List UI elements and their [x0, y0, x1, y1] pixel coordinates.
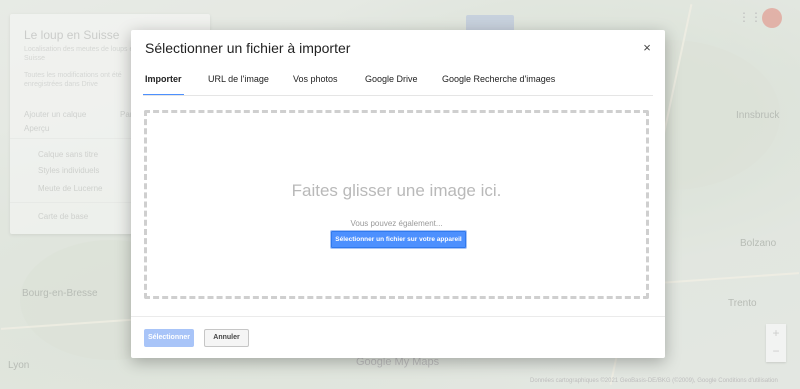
- tab-import[interactable]: Importer: [143, 70, 184, 96]
- tab-google-drive[interactable]: Google Drive: [365, 70, 418, 94]
- image-drop-zone[interactable]: Faites glisser une image ici. Vous pouve…: [144, 110, 649, 299]
- tab-bar: Importer URL de l'image Vos photos Googl…: [131, 70, 653, 96]
- cancel-button[interactable]: Annuler: [204, 329, 249, 347]
- tab-google-image-search[interactable]: Google Recherche d'images: [442, 70, 555, 94]
- import-image-dialog: Sélectionner un fichier à importer × Imp…: [131, 30, 665, 358]
- divider: [131, 316, 665, 317]
- dialog-title: Sélectionner un fichier à importer: [145, 40, 351, 56]
- choose-file-button[interactable]: Sélectionner un fichier sur votre appare…: [331, 231, 466, 248]
- drop-zone-title: Faites glisser une image ici.: [291, 181, 502, 200]
- tab-your-photos[interactable]: Vos photos: [293, 70, 338, 94]
- divider: [143, 95, 653, 96]
- select-button[interactable]: Sélectionner: [144, 329, 194, 347]
- tab-image-url[interactable]: URL de l'image: [208, 70, 269, 94]
- close-icon[interactable]: ×: [639, 40, 655, 56]
- drop-zone-subtitle: Vous pouvez également...: [350, 219, 443, 228]
